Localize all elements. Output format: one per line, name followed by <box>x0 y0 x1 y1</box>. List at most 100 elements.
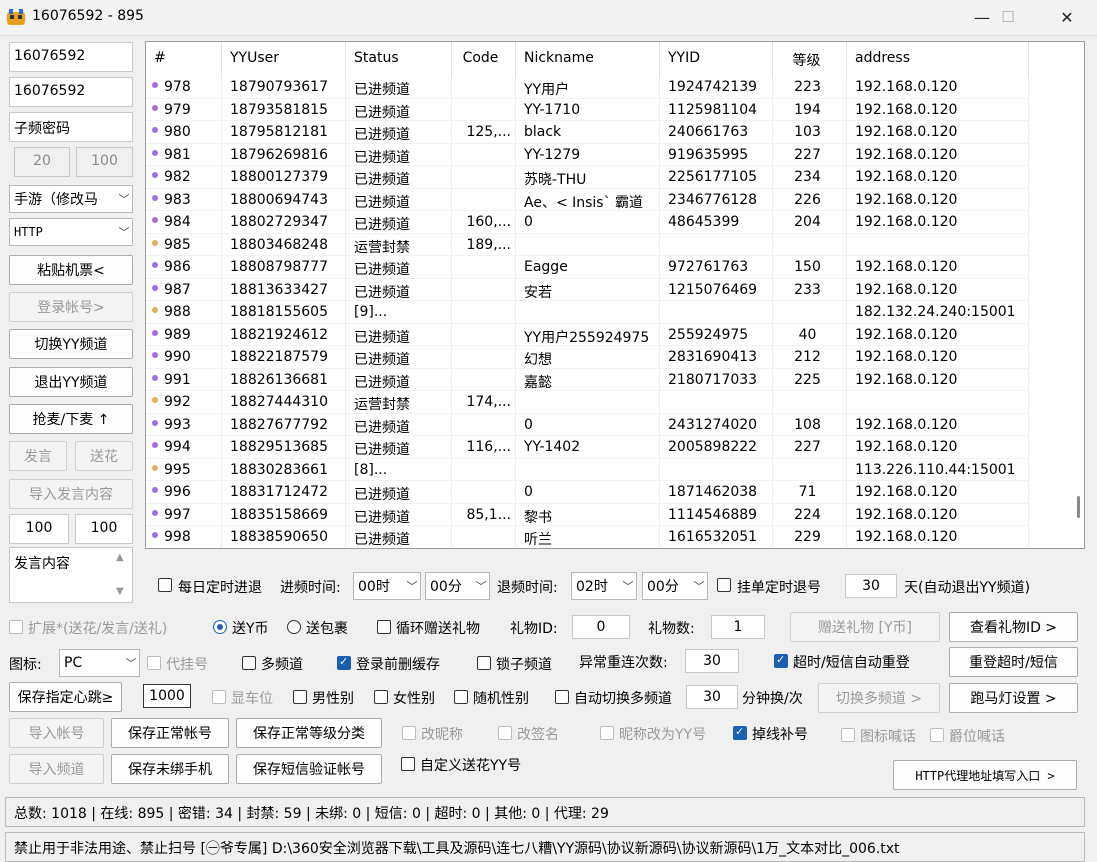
account-field-2[interactable]: 16076592 <box>9 77 133 107</box>
table-row[interactable]: 985 18803468248 运营封禁 189,... <box>146 233 1064 256</box>
table-row[interactable]: 997 18835158669 已进频道 85,1... 黎书 1114546889 224… <box>146 503 1064 526</box>
proxy-hang-checkbox[interactable] <box>147 656 161 674</box>
http-proxy-button[interactable]: HTTP代理地址填写入口 > <box>893 760 1077 790</box>
table-row[interactable]: 994 18829513685 已进频道 116,... YY-1402 20058982… <box>146 436 1064 459</box>
gift-count-input[interactable]: 1 <box>711 615 765 639</box>
range-start-field[interactable]: 20 <box>14 147 70 177</box>
table-row[interactable]: 981 18796269816 已进频道 YY-1279 919635995 227 192… <box>146 143 1064 166</box>
scroll-down-icon[interactable]: ▼ <box>116 586 124 597</box>
table-row[interactable]: 982 18800127379 已进频道 苏晓-THU 2256177105 234 192… <box>146 166 1064 189</box>
exit-hour-select[interactable]: 02时 ﹀ <box>571 572 637 600</box>
extend-checkbox[interactable] <box>9 620 23 638</box>
view-gift-id-button[interactable]: 查看礼物ID > <box>949 612 1078 642</box>
table-row[interactable]: 987 18813633427 已进频道 安若 1215076469 233 192.168… <box>146 278 1064 301</box>
range-end-field[interactable]: 100 <box>76 147 133 177</box>
exit-minute-select[interactable]: 00分 ﹀ <box>642 572 708 600</box>
table-row[interactable]: 983 18800694743 已进频道 Ae、< Insis` 霸道 23467761… <box>146 188 1064 211</box>
heartbeat-input[interactable]: 1000 <box>143 684 191 708</box>
mic-toggle-button[interactable]: 抢麦/下麦 ↑ <box>9 404 133 434</box>
exit-channel-button[interactable]: 退出YY频道 <box>9 367 133 397</box>
send-coin-radio[interactable] <box>213 620 227 638</box>
show-car-checkbox[interactable] <box>212 690 226 708</box>
column-header-address[interactable]: address <box>847 42 1029 76</box>
table-row[interactable]: 990 18822187579 已进频道 幻想 2831690413 212 192.168… <box>146 346 1064 369</box>
paste-ticket-button[interactable]: 粘贴机票< <box>9 255 133 285</box>
table-row[interactable]: 978 18790793617 已进频道 YY用户 1924742139 223 192.1… <box>146 76 1064 99</box>
login-cache-checkbox[interactable] <box>337 655 351 674</box>
relogin-button[interactable]: 重登超时/短信 <box>949 647 1078 677</box>
table-row[interactable]: 992 18827444310 运营封禁 174,... <box>146 391 1064 414</box>
multi-channel-checkbox[interactable] <box>242 656 256 674</box>
column-header-code[interactable]: Code <box>452 42 516 76</box>
speech-interval-field-2[interactable]: 100 <box>75 514 133 544</box>
table-row[interactable]: 980 18795812181 已进频道 125,... black 240661763 1… <box>146 121 1064 144</box>
table-row[interactable]: 979 18793581815 已进频道 YY-1710 1125981104 194 19… <box>146 98 1064 121</box>
gift-id-input[interactable]: 0 <box>572 615 630 639</box>
table-row[interactable]: 988 18818155605 [9]... 182.132.24.240:15001 <box>146 301 1064 324</box>
game-select[interactable]: 手游（修改马 ﹀ <box>9 185 133 213</box>
protocol-select[interactable]: HTTP ﹀ <box>9 218 133 246</box>
table-row[interactable]: 995 18830283661 [8]... 113.226.110.44:15001 <box>146 458 1064 481</box>
resign-checkbox[interactable] <box>498 726 512 744</box>
auto-switch-checkbox[interactable] <box>555 690 569 708</box>
icon-call-checkbox[interactable] <box>841 728 855 746</box>
table-row[interactable]: 986 18808798777 已进频道 Eagge 972761763 150 192.1… <box>146 256 1064 279</box>
single-exit-checkbox[interactable] <box>717 578 731 596</box>
table-row[interactable]: 996 18831712472 已进频道 0 1871462038 71 192.168.0… <box>146 481 1064 504</box>
switch-channel-button[interactable]: 切换YY频道 <box>9 329 133 359</box>
column-header-index[interactable]: # <box>146 42 222 76</box>
random-sex-checkbox[interactable] <box>454 690 468 708</box>
retry-count-input[interactable]: 30 <box>685 649 739 673</box>
days-input[interactable]: 30 <box>845 574 897 598</box>
save-level-button[interactable]: 保存正常等级分类 <box>236 718 382 748</box>
timeout-retry-checkbox[interactable] <box>774 653 788 672</box>
save-heartbeat-button[interactable]: 保存指定心跳≥ <box>9 682 122 712</box>
login-account-button[interactable]: 登录帐号> <box>9 292 133 322</box>
column-header-level[interactable]: 等级 <box>773 42 847 76</box>
switch-minutes-input[interactable]: 30 <box>686 685 738 709</box>
reconnect-checkbox[interactable] <box>733 725 747 744</box>
give-gift-button[interactable]: 赠送礼物 [Y币] <box>790 612 940 642</box>
scroll-up-icon[interactable]: ▲ <box>116 552 124 563</box>
table-row[interactable]: 993 18827677792 已进频道 0 2431274020 108 192.168.… <box>146 413 1064 436</box>
column-header-yyuser[interactable]: YYUser <box>222 42 346 76</box>
send-flower-button[interactable]: 送花 <box>75 441 133 471</box>
import-speech-button[interactable]: 导入发言内容 <box>9 479 133 509</box>
maximize-button[interactable]: ☐ <box>985 0 1031 34</box>
rename-checkbox[interactable] <box>402 726 416 744</box>
speak-button[interactable]: 发言 <box>9 441 67 471</box>
column-header-status[interactable]: Status <box>346 42 452 76</box>
sub-channel-password-field[interactable]: 子频密码 <box>9 112 133 142</box>
loop-gift-checkbox[interactable] <box>377 620 391 638</box>
account-field-1[interactable]: 16076592 <box>9 42 133 72</box>
table-row[interactable]: 991 18826136681 已进频道 嘉懿 2180717033 225 192.168… <box>146 368 1064 391</box>
speech-content-textarea[interactable]: 发言内容 <box>9 547 133 603</box>
column-header-nickname[interactable]: Nickname <box>516 42 660 76</box>
male-checkbox[interactable] <box>293 690 307 708</box>
table-row[interactable]: 998 18838590650 已进频道 听兰 1616532051 229 192.168… <box>146 526 1064 548</box>
import-channel-button[interactable]: 导入频道 <box>9 754 104 784</box>
marquee-settings-button[interactable]: 跑马灯设置 > <box>949 683 1078 713</box>
import-account-button[interactable]: 导入帐号 <box>9 718 104 748</box>
rank-call-checkbox[interactable] <box>930 728 944 746</box>
speech-interval-field-1[interactable]: 100 <box>9 514 69 544</box>
column-header-yyid[interactable]: YYID <box>660 42 773 76</box>
female-checkbox[interactable] <box>374 690 388 708</box>
send-pack-radio[interactable] <box>287 620 301 638</box>
close-button[interactable]: ✕ <box>1044 0 1090 34</box>
switch-multi-channel-button[interactable]: 切换多频道 > <box>818 683 940 713</box>
icon-select[interactable]: PC ﹀ <box>59 649 140 677</box>
enter-hour-select[interactable]: 00时 ﹀ <box>353 572 421 600</box>
enter-minute-select[interactable]: 00分 ﹀ <box>425 572 490 600</box>
nick-to-yy-checkbox[interactable] <box>600 726 614 744</box>
save-normal-button[interactable]: 保存正常帐号 <box>111 718 229 748</box>
daily-timer-checkbox[interactable] <box>158 578 172 596</box>
save-sms-account-button[interactable]: 保存短信验证帐号 <box>236 754 382 784</box>
account-table[interactable]: # YYUser Status Code Nickname YYID 等级 ad… <box>145 41 1085 549</box>
custom-flower-checkbox[interactable] <box>401 757 415 775</box>
scrollbar-thumb[interactable] <box>1077 496 1080 518</box>
lock-channel-checkbox[interactable] <box>477 656 491 674</box>
table-row[interactable]: 984 18802729347 已进频道 160,... 0 48645399 204 192… <box>146 211 1064 234</box>
table-row[interactable]: 989 18821924612 已进频道 YY用户255924975 255924975… <box>146 323 1064 346</box>
save-unbound-phone-button[interactable]: 保存未绑手机 <box>111 754 229 784</box>
